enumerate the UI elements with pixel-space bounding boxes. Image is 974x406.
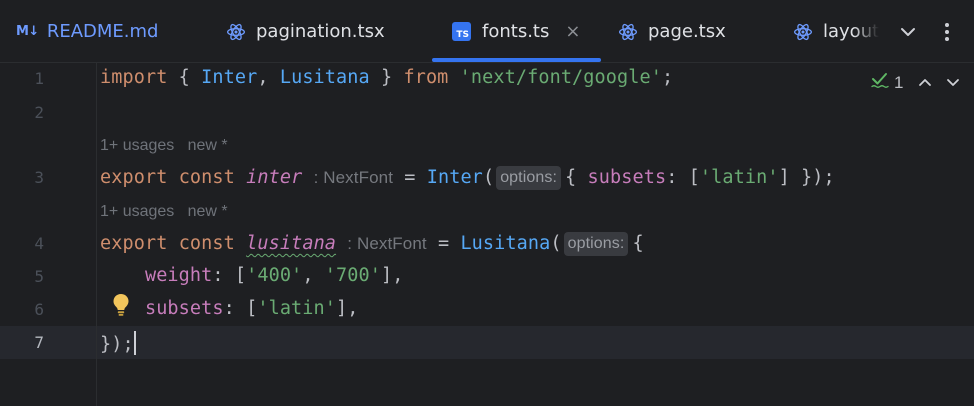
type-hint: : NextFont [313,168,394,187]
code-line-6[interactable]: subsets: ['latin'], [100,298,359,319]
property-name: subsets [144,298,224,319]
inspection-count: 1 [894,72,904,92]
typescript-icon: TS [452,22,471,41]
active-tab-indicator [432,58,601,62]
keyword: from [403,67,449,88]
punctuation: ( [550,233,562,254]
punctuation: ] }); [778,167,835,188]
tab-label: fonts.ts [482,21,550,42]
variable-name: lusitana [246,233,337,254]
code-editor[interactable]: 1 2 3 4 5 6 7 import { Inter, Lusitana }… [0,63,974,406]
react-icon [226,22,246,42]
gutter-divider [96,63,97,406]
punctuation [448,67,459,88]
keyword: const [178,167,235,188]
string-literal: '700' [324,265,381,286]
punctuation: ], [336,298,359,319]
function-call: Lusitana [460,233,551,254]
line-number[interactable]: 2 [0,103,44,122]
string-literal: '400' [246,265,303,286]
parameter-hint: options: [496,166,562,190]
punctuation: ], [381,265,404,286]
line-number[interactable]: 5 [0,267,44,286]
tab-fonts[interactable]: TS fonts.ts × [452,0,600,63]
line-number[interactable]: 3 [0,168,44,187]
more-vertical-icon[interactable] [936,20,958,44]
punctuation: , [257,67,280,88]
punctuation: = [426,233,461,254]
keyword: import [100,67,168,88]
inspections-widget[interactable]: 1 [870,71,971,94]
code-line-1[interactable]: import { Inter, Lusitana } from 'next/fo… [100,67,673,88]
punctuation: : [ [223,298,258,319]
current-line-highlight [0,326,974,359]
tab-page[interactable]: page.tsx [618,0,726,63]
code-line-5[interactable]: weight: ['400', '700'], [100,265,403,286]
punctuation: }); [100,334,134,355]
parameter-hint: options: [563,232,629,256]
chevron-down-icon[interactable] [943,73,963,93]
code-line-3[interactable]: export const inter : NextFont = Inter(op… [100,166,835,190]
line-number-current[interactable]: 7 [0,333,44,352]
tab-label: layout [823,21,880,42]
checkmark-icon [870,71,890,94]
react-icon [793,22,813,42]
property-name: subsets [587,167,667,188]
close-icon[interactable]: × [565,21,580,42]
punctuation: { [632,233,644,254]
punctuation: : [ [212,265,247,286]
punctuation: : [ [666,167,700,188]
function-call: Inter [426,167,483,188]
tab-readme[interactable]: M↓ README.md [16,0,158,63]
string-literal: 'latin' [257,298,337,319]
usages-hint[interactable]: 1+ usages new * [100,203,228,221]
type-hint: : NextFont [347,234,427,253]
keyword: export [100,167,168,188]
punctuation: ; [661,67,674,88]
code-line-4[interactable]: export const lusitana : NextFont = Lusit… [100,232,644,256]
string-literal: 'latin' [699,167,779,188]
punctuation: { [167,67,202,88]
variable-name: inter [246,167,303,188]
line-number[interactable]: 4 [0,234,44,253]
tab-label: pagination.tsx [256,21,385,42]
punctuation: { [565,167,588,188]
tab-layout[interactable]: layout [793,0,883,63]
line-number[interactable]: 6 [0,300,44,319]
keyword: const [178,233,235,254]
property-name: weight [144,265,213,286]
punctuation: , [302,265,325,286]
punctuation: = [393,167,427,188]
line-number[interactable]: 1 [0,69,44,88]
identifier: Lusitana [279,67,370,88]
identifier: Inter [201,67,258,88]
tab-label: page.tsx [648,21,726,42]
chevron-up-icon[interactable] [915,73,935,93]
tab-pagination[interactable]: pagination.tsx [226,0,385,63]
punctuation: } [369,67,404,88]
editor-tab-bar: M↓ README.md pagination.tsx TS fonts.ts … [0,0,974,63]
tab-label: README.md [46,21,159,42]
string-literal: 'next/font/google' [459,67,662,88]
text-caret [133,331,136,355]
usages-hint[interactable]: 1+ usages new * [100,137,228,155]
chevron-down-icon[interactable] [896,20,920,44]
keyword: export [100,233,168,254]
markdown-icon: M↓ [16,24,39,39]
code-line-7[interactable]: }); [100,331,136,355]
punctuation: ( [482,167,495,188]
react-icon [618,22,638,42]
